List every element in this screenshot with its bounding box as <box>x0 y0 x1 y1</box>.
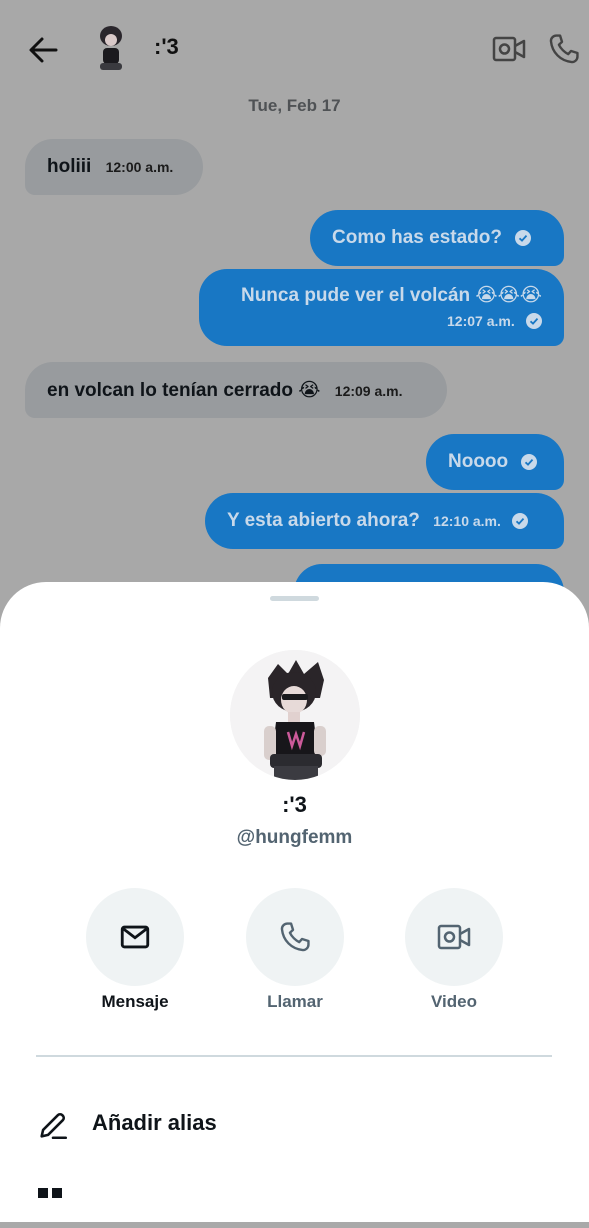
video-action-button[interactable] <box>405 888 503 986</box>
sheet-drag-handle[interactable] <box>270 596 319 601</box>
call-action-label: Llamar <box>267 992 323 1011</box>
video-action[interactable]: Video <box>394 888 514 1012</box>
check-circle-icon <box>521 453 538 470</box>
message-text: holiii <box>47 156 92 177</box>
video-call-button[interactable] <box>492 34 526 64</box>
check-circle-icon <box>512 512 529 529</box>
message-text: en volcan lo tenían cerrado 😭 <box>47 380 321 401</box>
message-text: Noooo <box>448 451 509 472</box>
phone-icon <box>280 922 310 952</box>
message-time: 12:00 a.m. <box>105 159 174 175</box>
next-menu-item-partial[interactable] <box>36 1188 536 1228</box>
check-circle-icon <box>515 229 532 246</box>
outgoing-message[interactable]: Como has estado? <box>310 210 564 266</box>
outgoing-message[interactable]: Noooo <box>426 434 564 490</box>
profile-avatar[interactable] <box>230 650 360 780</box>
profile-bottom-sheet: :'3 @hungfemm Mensaje Llamar Video Añadi… <box>0 582 589 1222</box>
message-time: 12:09 a.m. <box>334 383 403 399</box>
incoming-message[interactable]: en volcan lo tenían cerrado 😭 12:09 a.m. <box>25 362 447 418</box>
video-camera-icon <box>492 36 526 62</box>
message-text: Nunca pude ver el volcán 😭😭😭 <box>240 285 542 306</box>
add-alias-menu-item[interactable]: Añadir alias <box>36 1100 536 1150</box>
pencil-icon <box>40 1112 68 1140</box>
back-button[interactable] <box>26 32 62 68</box>
outgoing-message[interactable]: Nunca pude ver el volcán 😭😭😭 12:07 a.m. <box>199 269 564 346</box>
incoming-message[interactable]: holiii 12:00 a.m. <box>25 139 203 195</box>
sheet-divider <box>36 1055 552 1057</box>
voice-call-button[interactable] <box>547 32 581 66</box>
call-action[interactable]: Llamar <box>235 888 355 1012</box>
add-alias-label: Añadir alias <box>92 1110 217 1135</box>
profile-name: :'3 <box>282 792 307 817</box>
message-action-button[interactable] <box>86 888 184 986</box>
message-action[interactable]: Mensaje <box>75 888 195 1012</box>
message-action-label: Mensaje <box>101 992 169 1011</box>
header-avatar[interactable] <box>88 24 134 74</box>
header-contact-name[interactable]: :'3 <box>154 34 179 60</box>
video-camera-icon <box>437 924 471 950</box>
call-action-button[interactable] <box>246 888 344 986</box>
date-separator: Tue, Feb 17 <box>248 96 341 115</box>
profile-handle: @hungfemm <box>236 827 353 848</box>
message-text: Y esta abierto ahora? <box>227 510 420 531</box>
mail-icon <box>120 925 150 949</box>
chat-header: :'3 <box>0 0 589 100</box>
outgoing-message[interactable]: Y esta abierto ahora? 12:10 a.m. <box>205 493 564 549</box>
back-arrow-icon <box>29 37 58 63</box>
phone-icon <box>549 34 579 64</box>
video-action-label: Video <box>431 992 477 1011</box>
message-time: 12:07 a.m. <box>447 313 515 329</box>
message-text: Como has estado? <box>332 227 502 248</box>
menu-item-icon <box>38 1188 62 1198</box>
message-time: 12:10 a.m. <box>433 513 501 529</box>
check-circle-icon <box>526 312 542 329</box>
